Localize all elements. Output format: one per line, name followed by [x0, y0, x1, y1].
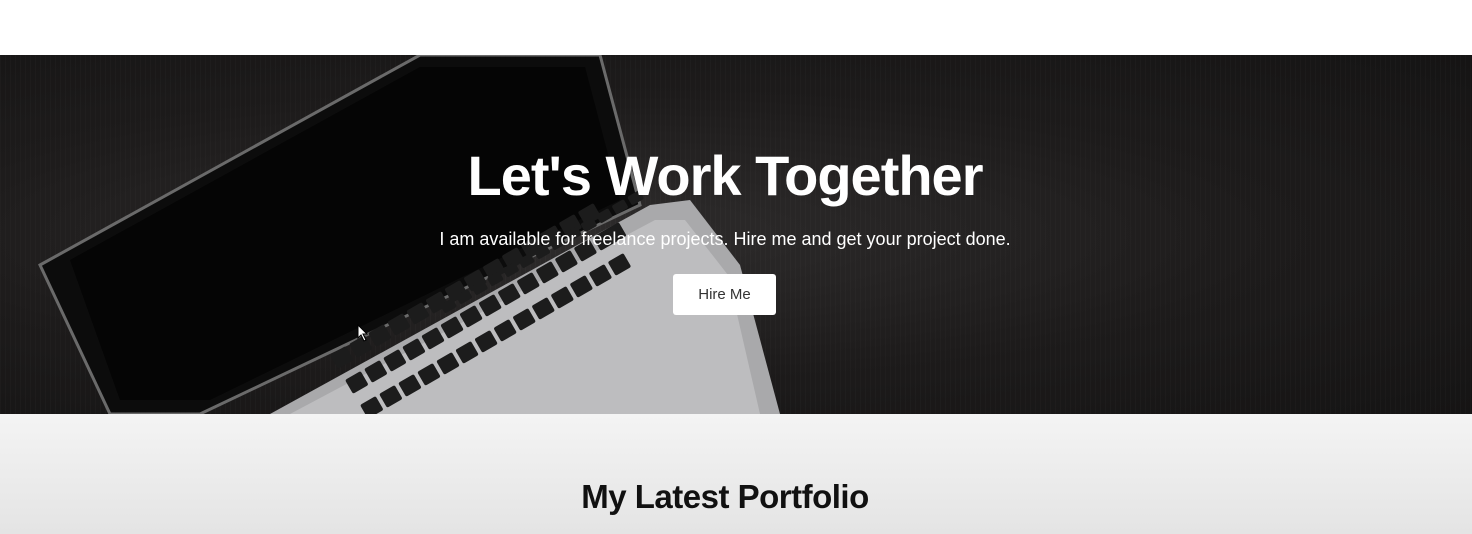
top-navigation-bar	[0, 0, 1472, 55]
portfolio-title: My Latest Portfolio	[581, 478, 869, 515]
hero-section: Let's Work Together I am available for f…	[0, 55, 1472, 414]
mouse-cursor-icon	[357, 324, 369, 342]
hero-title: Let's Work Together	[467, 144, 984, 207]
hire-me-button[interactable]: Hire Me	[673, 274, 776, 315]
hero-subtitle: I am available for freelance projects. H…	[439, 229, 1011, 249]
portfolio-section: My Latest Portfolio	[0, 414, 1472, 534]
